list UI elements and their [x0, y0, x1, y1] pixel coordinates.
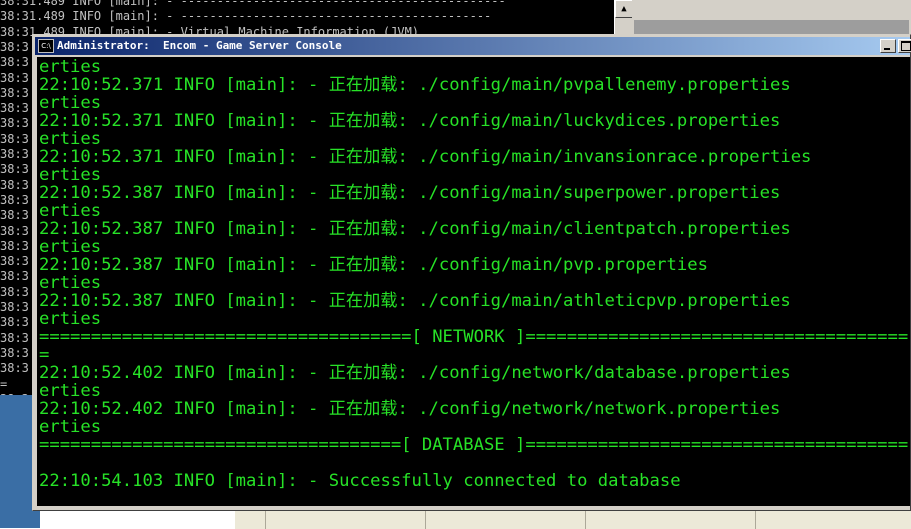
background-console-line: 38:31.489 INFO [main]: - ---------------…: [0, 0, 506, 8]
console-app-icon[interactable]: C:\: [38, 39, 54, 53]
console-line: 22:10:54.103 INFO [main]: - Successfully…: [39, 471, 681, 491]
console-line: 22:10:52.387 INFO [main]: - 正在加载: ./conf…: [39, 255, 708, 275]
window-title-bar[interactable]: C:\ Administrator: Encom - Game Server C…: [35, 37, 911, 55]
window-title: Administrator: Encom - Game Server Conso…: [57, 39, 342, 52]
background-console-line: 38:3: [0, 192, 29, 207]
console-line: erties: [39, 237, 102, 257]
background-console-line: 38:3: [0, 223, 29, 238]
background-console-line: 38:31.489 INFO [main]: - ---------------…: [0, 9, 492, 24]
minimize-button[interactable]: [880, 39, 896, 53]
console-line: =: [39, 345, 50, 365]
console-line: 22:10:52.387 INFO [main]: - 正在加载: ./conf…: [39, 291, 791, 311]
background-console-line: 38:3: [0, 300, 29, 314]
scroll-up-icon[interactable]: ▲: [615, 0, 632, 18]
maximize-button[interactable]: [898, 39, 911, 53]
background-console-line: 38:3: [0, 330, 29, 345]
background-console-line: 38:3: [0, 101, 29, 116]
background-console-line: 38:3: [0, 85, 29, 100]
background-console-line: =: [0, 376, 8, 391]
background-console-line: 38:3: [0, 345, 29, 360]
console-line: 22:10:52.371 INFO [main]: - 正在加载: ./conf…: [39, 147, 812, 167]
console-line: 22:10:52.387 INFO [main]: - 正在加载: ./conf…: [39, 219, 791, 239]
console-line: erties: [39, 93, 102, 113]
background-console-line: 38:3: [0, 39, 29, 54]
console-line: erties: [39, 57, 102, 77]
background-console-line: 38:3: [0, 315, 29, 330]
background-table-strip: [235, 510, 911, 529]
background-console-line: 38:3: [0, 70, 29, 85]
console-line: 22:10:52.371 INFO [main]: - 正在加载: ./conf…: [39, 111, 781, 131]
console-line: erties: [39, 417, 102, 437]
background-console-line: 38:3: [0, 162, 29, 177]
background-console-line: 38:3: [0, 392, 29, 395]
console-line: 22:10:52.387 INFO [main]: - 正在加载: ./conf…: [39, 183, 781, 203]
background-console-line: 38:3: [0, 284, 29, 299]
background-console-line: 38:3: [0, 254, 29, 269]
console-output[interactable]: erties 22:10:52.371 INFO [main]: - 正在加载: …: [37, 57, 910, 506]
background-console-line: 38:3: [0, 147, 29, 161]
background-console-line: 38:3: [0, 361, 29, 376]
console-line: ====================================[ NE…: [39, 327, 909, 347]
console-line: erties: [39, 165, 102, 185]
console-line: erties: [39, 129, 102, 149]
background-console-line: 38:3: [0, 269, 29, 284]
console-line: erties: [39, 201, 102, 221]
background-console-line: 38:3: [0, 208, 29, 223]
console-line: erties: [39, 273, 102, 293]
background-console-line: 38:3: [0, 131, 29, 146]
console-line: 22:10:52.402 INFO [main]: - 正在加载: ./conf…: [39, 363, 791, 383]
background-console-line: 38:3: [0, 177, 29, 192]
console-line: ===================================[ DAT…: [39, 435, 909, 455]
background-console-line: 38:3: [0, 55, 29, 70]
console-line: erties: [39, 381, 102, 401]
background-console-line: 38:3: [0, 116, 29, 131]
console-line: 22:10:52.371 INFO [main]: - 正在加载: ./conf…: [39, 75, 791, 95]
console-line: erties: [39, 309, 102, 329]
background-console-line: 38:3: [0, 238, 29, 253]
game-server-console-window[interactable]: C:\ Administrator: Encom - Game Server C…: [32, 34, 911, 511]
console-line: 22:10:52.402 INFO [main]: - 正在加载: ./conf…: [39, 399, 781, 419]
